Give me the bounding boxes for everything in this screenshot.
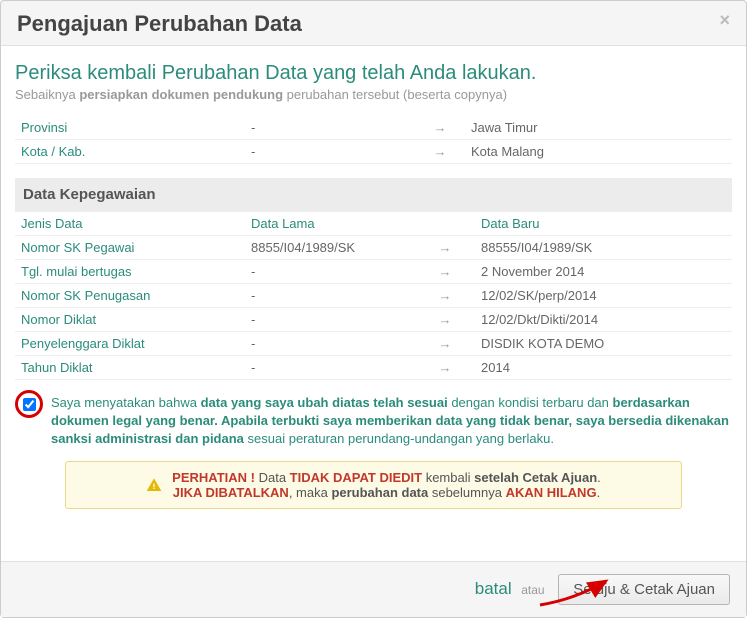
arrow-icon: → — [415, 236, 475, 260]
table-row: Penyelenggara Diklat-→DISDIK KOTA DEMO — [15, 332, 732, 356]
close-icon[interactable]: × — [719, 11, 730, 29]
col-field: Jenis Data — [15, 212, 245, 236]
warning-text: PERHATIAN ! Data TIDAK DAPAT DIEDIT kemb… — [172, 470, 601, 500]
intro-title: Periksa kembali Perubahan Data yang tela… — [15, 62, 732, 85]
table-row: Tgl. mulai bertugas-→2 November 2014 — [15, 260, 732, 284]
modal-title: Pengajuan Perubahan Data — [17, 11, 302, 37]
table-row: Kota / Kab.-→Kota Malang — [15, 140, 732, 164]
field-label[interactable]: Nomor SK Penugasan — [15, 284, 245, 308]
field-label[interactable]: Nomor SK Pegawai — [15, 236, 245, 260]
modal-dialog: Pengajuan Perubahan Data × Periksa kemba… — [0, 0, 747, 618]
arrow-icon: → — [415, 332, 475, 356]
section-title: Data Kepegawaian — [15, 178, 732, 212]
old-value: - — [245, 140, 415, 164]
warning-icon — [146, 477, 162, 493]
old-value: 8855/I04/1989/SK — [245, 236, 415, 260]
table-row: Nomor SK Pegawai8855/I04/1989/SK→88555/I… — [15, 236, 732, 260]
field-label[interactable]: Provinsi — [15, 116, 245, 140]
old-value: - — [245, 332, 415, 356]
consent-highlight-circle — [15, 390, 43, 418]
arrow-icon: → — [415, 308, 475, 332]
kepegawaian-table: Data Kepegawaian Jenis Data Data Lama Da… — [15, 178, 732, 380]
new-value: 2014 — [475, 356, 732, 380]
warning-box: PERHATIAN ! Data TIDAK DAPAT DIEDIT kemb… — [65, 461, 682, 509]
arrow-icon: → — [415, 140, 465, 164]
cancel-button[interactable]: batal — [475, 579, 512, 598]
col-old: Data Lama — [245, 212, 415, 236]
arrow-icon: → — [415, 116, 465, 140]
consent-row: Saya menyatakan bahwa data yang saya uba… — [15, 394, 732, 449]
consent-checkbox[interactable] — [23, 398, 36, 411]
field-label[interactable]: Penyelenggara Diklat — [15, 332, 245, 356]
field-label[interactable]: Nomor Diklat — [15, 308, 245, 332]
old-value: - — [245, 284, 415, 308]
new-value: Kota Malang — [465, 140, 732, 164]
new-value: 12/02/SK/perp/2014 — [475, 284, 732, 308]
new-value: DISDIK KOTA DEMO — [475, 332, 732, 356]
old-value: - — [245, 260, 415, 284]
new-value: 2 November 2014 — [475, 260, 732, 284]
table-row: Provinsi-→Jawa Timur — [15, 116, 732, 140]
intro-sub-bold: persiapkan dokumen pendukung — [79, 87, 283, 102]
arrow-icon: → — [415, 284, 475, 308]
new-value: 12/02/Dkt/Dikti/2014 — [475, 308, 732, 332]
arrow-icon: → — [415, 260, 475, 284]
old-value: - — [245, 116, 415, 140]
or-text: atau — [521, 583, 544, 597]
modal-footer: batal atau Setuju & Cetak Ajuan — [1, 562, 746, 617]
arrow-icon: → — [415, 356, 475, 380]
table-row: Tahun Diklat-→2014 — [15, 356, 732, 380]
intro-sub-pre: Sebaiknya — [15, 87, 79, 102]
field-label[interactable]: Kota / Kab. — [15, 140, 245, 164]
submit-button[interactable]: Setuju & Cetak Ajuan — [558, 574, 730, 605]
field-label[interactable]: Tahun Diklat — [15, 356, 245, 380]
new-value: 88555/I04/1989/SK — [475, 236, 732, 260]
new-value: Jawa Timur — [465, 116, 732, 140]
modal-header: Pengajuan Perubahan Data × — [1, 1, 746, 46]
consent-text: Saya menyatakan bahwa data yang saya uba… — [51, 394, 732, 449]
old-value: - — [245, 308, 415, 332]
intro-sub-post: perubahan tersebut (beserta copynya) — [283, 87, 507, 102]
old-value: - — [245, 356, 415, 380]
intro-subtitle: Sebaiknya persiapkan dokumen pendukung p… — [15, 87, 732, 102]
table-row: Nomor SK Penugasan-→12/02/SK/perp/2014 — [15, 284, 732, 308]
modal-body: Periksa kembali Perubahan Data yang tela… — [1, 46, 746, 562]
top-changes-table: Provinsi-→Jawa TimurKota / Kab.-→Kota Ma… — [15, 116, 732, 164]
col-new: Data Baru — [475, 212, 732, 236]
field-label[interactable]: Tgl. mulai bertugas — [15, 260, 245, 284]
table-row: Nomor Diklat-→12/02/Dkt/Dikti/2014 — [15, 308, 732, 332]
